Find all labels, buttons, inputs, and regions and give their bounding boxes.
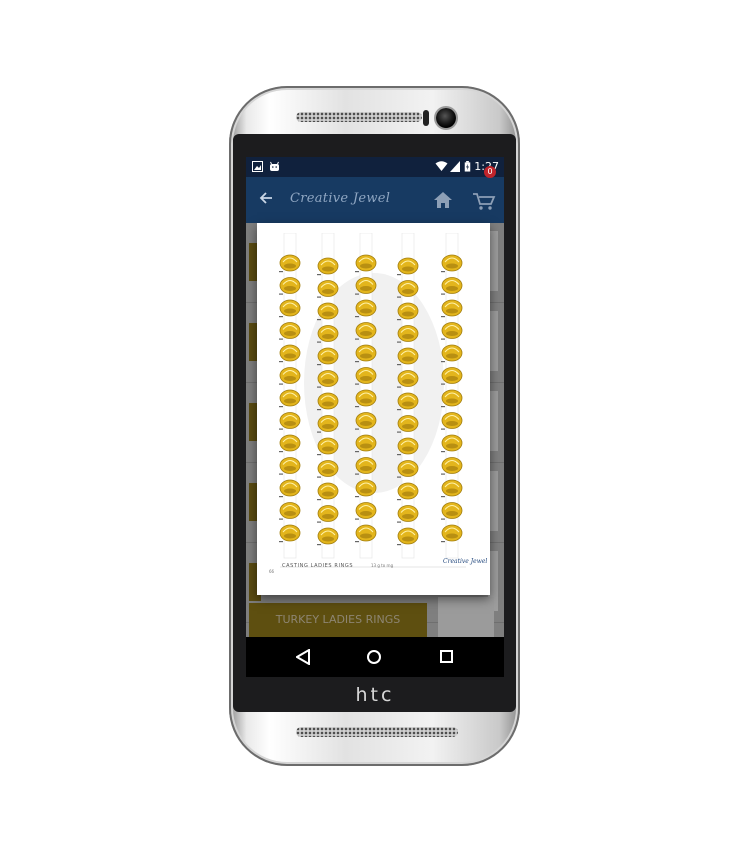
front-camera bbox=[436, 108, 456, 128]
ring-item bbox=[441, 412, 463, 430]
ring-item bbox=[397, 482, 419, 501]
ring-item bbox=[317, 482, 339, 501]
home-circle-icon[interactable] bbox=[367, 650, 381, 664]
system-nav-bar bbox=[246, 637, 504, 677]
cart-icon[interactable] bbox=[472, 191, 496, 211]
ring-item bbox=[441, 367, 463, 385]
ring-item bbox=[279, 299, 301, 318]
wifi-icon bbox=[435, 161, 448, 171]
ring-column bbox=[355, 233, 377, 559]
category-label[interactable]: TURKEY LADIES RINGS bbox=[249, 603, 427, 637]
ring-item bbox=[441, 457, 463, 475]
cart-count-badge: 0 bbox=[484, 166, 496, 178]
image-notification-icon bbox=[252, 161, 263, 172]
ring-column bbox=[317, 233, 339, 559]
signal-icon bbox=[450, 161, 460, 172]
ring-item bbox=[441, 524, 463, 543]
ring-item bbox=[441, 322, 463, 340]
ring-item bbox=[441, 502, 463, 520]
ring-column bbox=[279, 233, 301, 559]
ring-item bbox=[279, 524, 301, 543]
ring-item bbox=[441, 344, 463, 363]
ring-item bbox=[279, 502, 301, 520]
ring-item bbox=[279, 367, 301, 385]
catalog-logo: Creative Jewel bbox=[443, 558, 488, 565]
image-preview-dialog: CASTING LADIES RINGS 13 g to rng Creativ… bbox=[257, 223, 490, 595]
android-notification-icon bbox=[270, 161, 279, 171]
ring-item bbox=[279, 322, 301, 340]
ring-item bbox=[317, 527, 339, 546]
back-triangle-icon[interactable] bbox=[296, 649, 310, 665]
ring-item bbox=[279, 479, 301, 498]
catalog-page-number: 66 bbox=[269, 569, 275, 574]
device-brand-logo: htc bbox=[355, 684, 395, 706]
ring-item bbox=[397, 527, 419, 546]
status-bar: 1:27 bbox=[246, 157, 504, 177]
ring-item bbox=[279, 457, 301, 475]
bottom-speaker-grille bbox=[296, 727, 458, 737]
ring-item bbox=[355, 479, 377, 498]
app-bar: Creative Jewel 0 bbox=[246, 166, 504, 223]
ring-item bbox=[355, 524, 377, 543]
catalog-weight-note: 13 g to rng bbox=[371, 563, 394, 568]
ring-item bbox=[441, 389, 463, 408]
ring-item bbox=[279, 277, 301, 295]
recents-square-icon[interactable] bbox=[440, 650, 453, 663]
ring-item bbox=[441, 254, 463, 273]
ring-catalog-image bbox=[279, 233, 466, 568]
ring-column bbox=[441, 233, 463, 559]
battery-charging-icon bbox=[464, 161, 471, 172]
ring-item bbox=[279, 412, 301, 430]
proximity-sensor bbox=[423, 110, 429, 126]
top-speaker-grille bbox=[296, 112, 422, 122]
ring-item bbox=[441, 299, 463, 318]
ring-item bbox=[279, 254, 301, 273]
app-logo-text: Creative Jewel bbox=[290, 191, 391, 206]
ring-item bbox=[279, 434, 301, 453]
back-button[interactable] bbox=[256, 190, 276, 210]
arrow-left-icon bbox=[259, 192, 272, 204]
ring-item bbox=[355, 502, 377, 520]
ring-item bbox=[317, 505, 339, 523]
phone-screen: 1:27 Creative Jewel 0 TURKEY LADIES RING… bbox=[246, 157, 504, 677]
catalog-footer-title: CASTING LADIES RINGS bbox=[282, 563, 354, 569]
ring-item bbox=[279, 389, 301, 408]
ring-item bbox=[279, 344, 301, 363]
home-icon[interactable] bbox=[433, 191, 453, 209]
ring-item bbox=[441, 479, 463, 498]
category-thumbnail[interactable] bbox=[438, 597, 494, 637]
ring-item bbox=[317, 257, 339, 276]
ring-item bbox=[441, 434, 463, 453]
ring-item bbox=[317, 460, 339, 478]
ring-item bbox=[441, 277, 463, 295]
ring-item bbox=[397, 505, 419, 523]
ring-item bbox=[355, 254, 377, 273]
ring-item bbox=[397, 257, 419, 276]
